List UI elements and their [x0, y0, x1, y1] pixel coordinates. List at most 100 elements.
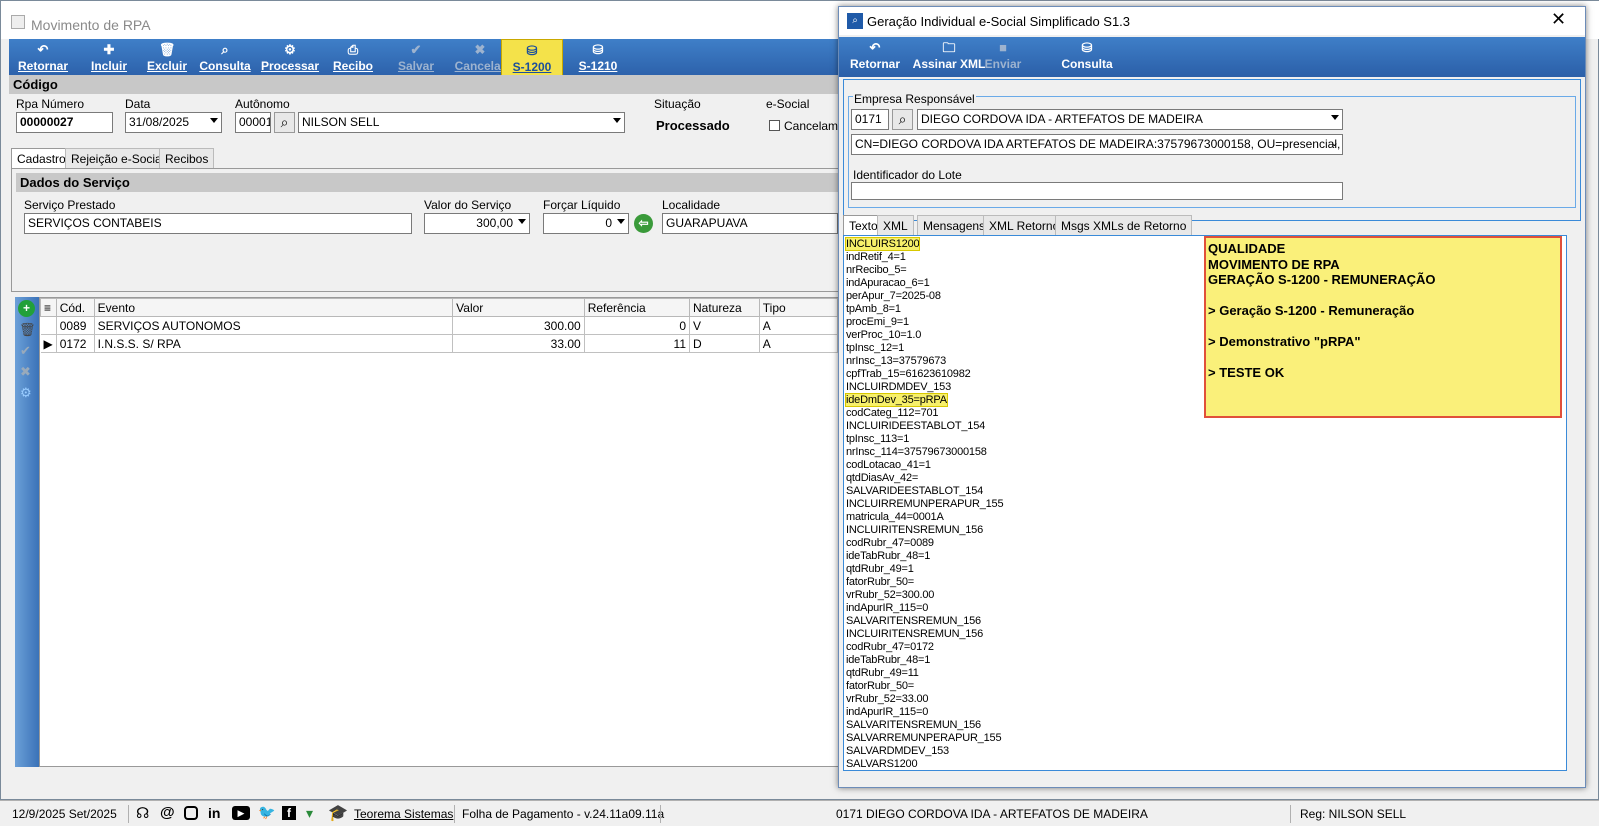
- toolbar-btn-s-1210[interactable]: ⛁ S-1210: [571, 39, 625, 79]
- grid-header-cod[interactable]: Cód.: [55, 298, 95, 317]
- dialog-tab-msgs-xmls-de-retorno[interactable]: Msgs XMLs de Retorno: [1055, 215, 1193, 235]
- codigo-section-header: Código: [9, 75, 839, 94]
- tab-rejei-o-e-social[interactable]: Rejeição e-Social: [65, 148, 171, 168]
- twitter-icon[interactable]: 🐦: [258, 804, 275, 821]
- close-icon[interactable]: ✕: [1551, 9, 1566, 30]
- tab-recibos[interactable]: Recibos: [159, 148, 215, 168]
- grid-header-tipo[interactable]: Tipo: [758, 298, 838, 317]
- texto-line: INCLUIRDMDEV_153: [846, 381, 1003, 394]
- texto-line: vrRubr_52=300.00: [846, 589, 1003, 602]
- texto-lines: INCLUIRS1200 indRetif_4=1 nrRecibo_5= indAp…: [844, 237, 1004, 770]
- cell-cod[interactable]: 0172: [56, 334, 95, 353]
- valor-field[interactable]: 300,00: [424, 213, 530, 234]
- dialog-tab-xml[interactable]: XML: [877, 215, 914, 235]
- grid-menu-cell[interactable]: ≡: [40, 298, 57, 317]
- check-icon[interactable]: ✔: [20, 343, 31, 359]
- cell-ref[interactable]: 11: [584, 334, 691, 353]
- search-icon[interactable]: ⌕: [274, 112, 295, 133]
- arrow-left-icon[interactable]: ⇦: [634, 214, 653, 233]
- empresa-select[interactable]: DIEGO CORDOVA IDA - ARTEFATOS DE MADEIRA: [917, 109, 1343, 130]
- gear-icon[interactable]: ⚙: [20, 385, 32, 401]
- toolbar-btn-s-1200[interactable]: ⛁ S-1200: [501, 39, 563, 79]
- linkedin-icon[interactable]: in: [208, 805, 220, 821]
- status-bar: 12/9/2025 Set/2025 ☊ @ in ▶ 🐦 f ▾ 🎓 Teor…: [0, 800, 1599, 826]
- cell-valor[interactable]: 33.00: [452, 334, 585, 353]
- chevron-down-icon[interactable]: [210, 118, 218, 123]
- dialog-tab-mensagens[interactable]: Mensagens: [917, 215, 992, 235]
- instagram-icon[interactable]: [184, 806, 198, 820]
- add-icon[interactable]: +: [18, 300, 35, 317]
- cell-ref[interactable]: 0: [584, 316, 691, 335]
- texto-line-text: procEmi_9=1: [846, 316, 909, 328]
- dialog-tab-xml-retorno[interactable]: XML Retorno: [983, 215, 1066, 235]
- company-link[interactable]: Teorema Sistemas: [354, 807, 453, 821]
- certificado-select[interactable]: CN=DIEGO CORDOVA IDA ARTEFATOS DE MADEIR…: [851, 134, 1343, 155]
- toolbar-btn-processar[interactable]: ⚙ Processar: [257, 39, 323, 79]
- texto-line-text: INCLUIRIDEESTABLOT_154: [846, 420, 986, 432]
- dialog-btn-enviar[interactable]: ■ Enviar: [975, 37, 1031, 77]
- cell-tipo[interactable]: A: [759, 316, 838, 335]
- trash-icon[interactable]: 🗑: [19, 322, 36, 338]
- table-row[interactable]: ▶ 0172 I.N.S.S. S/ RPA 33.00 11 D A: [40, 334, 838, 353]
- toolbar-icon: ✚: [103, 42, 115, 57]
- cell-cod[interactable]: 0089: [56, 316, 95, 335]
- forcar-field[interactable]: 0: [543, 213, 629, 234]
- lote-field[interactable]: [851, 182, 1343, 200]
- toolbar-btn-incluir[interactable]: ✚ Incluir: [81, 39, 137, 79]
- search-icon[interactable]: ⌕: [892, 109, 913, 130]
- dialog-btn-consulta[interactable]: ⛁ Consulta: [1049, 37, 1125, 77]
- table-row[interactable]: 0089 SERVIÇOS AUTONOMOS 300.00 0 V A: [40, 316, 838, 335]
- facebook-icon[interactable]: f: [282, 806, 296, 820]
- servico-field[interactable]: SERVIÇOS CONTABEIS: [24, 213, 412, 234]
- cell-nat[interactable]: D: [689, 334, 760, 353]
- chevron-down-icon: [1331, 115, 1339, 120]
- toolbar-btn-retornar[interactable]: ↶ Retornar: [11, 39, 75, 79]
- texto-line-text: cpfTrab_15=61623610982: [846, 368, 971, 380]
- texto-line: INCLUIRITENSREMUN_156: [846, 628, 1003, 641]
- toolbar-btn-salvar[interactable]: ✔ Salvar: [389, 39, 443, 79]
- rpa-numero-field[interactable]: 00000027: [16, 112, 113, 133]
- cancelamento-label: Cancelame: [784, 119, 845, 133]
- data-field[interactable]: 31/08/2025: [125, 112, 222, 133]
- cancelamento-checkbox[interactable]: [769, 120, 780, 131]
- chevron-down-icon: ⌄: [1329, 137, 1339, 149]
- toolbar-btn-consulta[interactable]: ⌕ Consulta: [197, 39, 253, 79]
- grid-header-evento[interactable]: Evento: [93, 298, 454, 317]
- forcar-value: 0: [605, 216, 612, 230]
- note-line: QUALIDADE: [1208, 241, 1286, 256]
- cell-tipo[interactable]: A: [759, 334, 838, 353]
- toolbar-btn-excluir[interactable]: 🗑 Excluir: [141, 39, 193, 79]
- row-indicator: ▶: [40, 334, 57, 353]
- texto-line: indApuracao_6=1: [846, 277, 1003, 290]
- dialog-btn-retornar[interactable]: ↶ Retornar: [845, 37, 905, 77]
- headset-icon[interactable]: ☊: [136, 804, 149, 822]
- youtube-icon[interactable]: ▶: [232, 806, 250, 820]
- cell-evento[interactable]: SERVIÇOS AUTONOMOS: [94, 316, 454, 335]
- at-icon[interactable]: @: [160, 804, 175, 821]
- empresa-name-value: DIEGO CORDOVA IDA - ARTEFATOS DE MADEIRA: [921, 112, 1203, 126]
- texto-line-text: tpAmb_8=1: [846, 303, 901, 315]
- grid-header-referencia[interactable]: Referência: [583, 298, 691, 317]
- texto-line-text: nrRecibo_5=: [846, 264, 907, 276]
- grid-header-valor[interactable]: Valor: [452, 298, 585, 317]
- graduation-cap-icon[interactable]: 🎓: [328, 803, 348, 823]
- empresa-code-field[interactable]: 0171: [851, 109, 889, 130]
- localidade-field[interactable]: GUARAPUAVA: [662, 213, 838, 234]
- brand-icon[interactable]: ▾: [306, 805, 313, 822]
- servico-label: Serviço Prestado: [24, 198, 116, 212]
- chevron-down-icon[interactable]: [518, 219, 526, 224]
- grid-header-natureza[interactable]: Natureza: [689, 298, 760, 317]
- cell-evento[interactable]: I.N.S.S. S/ RPA: [94, 334, 454, 353]
- texto-panel[interactable]: INCLUIRS1200 indRetif_4=1 nrRecibo_5= indAp…: [843, 235, 1567, 771]
- tab-cadastro[interactable]: Cadastro: [11, 148, 72, 168]
- cell-valor[interactable]: 300.00: [452, 316, 585, 335]
- close-icon[interactable]: ✖: [20, 364, 31, 380]
- autonomo-code-field[interactable]: 00001: [235, 112, 271, 133]
- cell-nat[interactable]: V: [689, 316, 760, 335]
- autonomo-name-select[interactable]: NILSON SELL: [298, 112, 625, 133]
- chevron-down-icon[interactable]: [617, 219, 625, 224]
- toolbar-btn-recibo[interactable]: ⎙ Recibo: [327, 39, 379, 79]
- texto-line-text: indApurIR_115=0: [846, 602, 929, 614]
- texto-line-text: INCLUIRDMDEV_153: [846, 381, 952, 393]
- toolbar-label: S-1210: [578, 59, 618, 73]
